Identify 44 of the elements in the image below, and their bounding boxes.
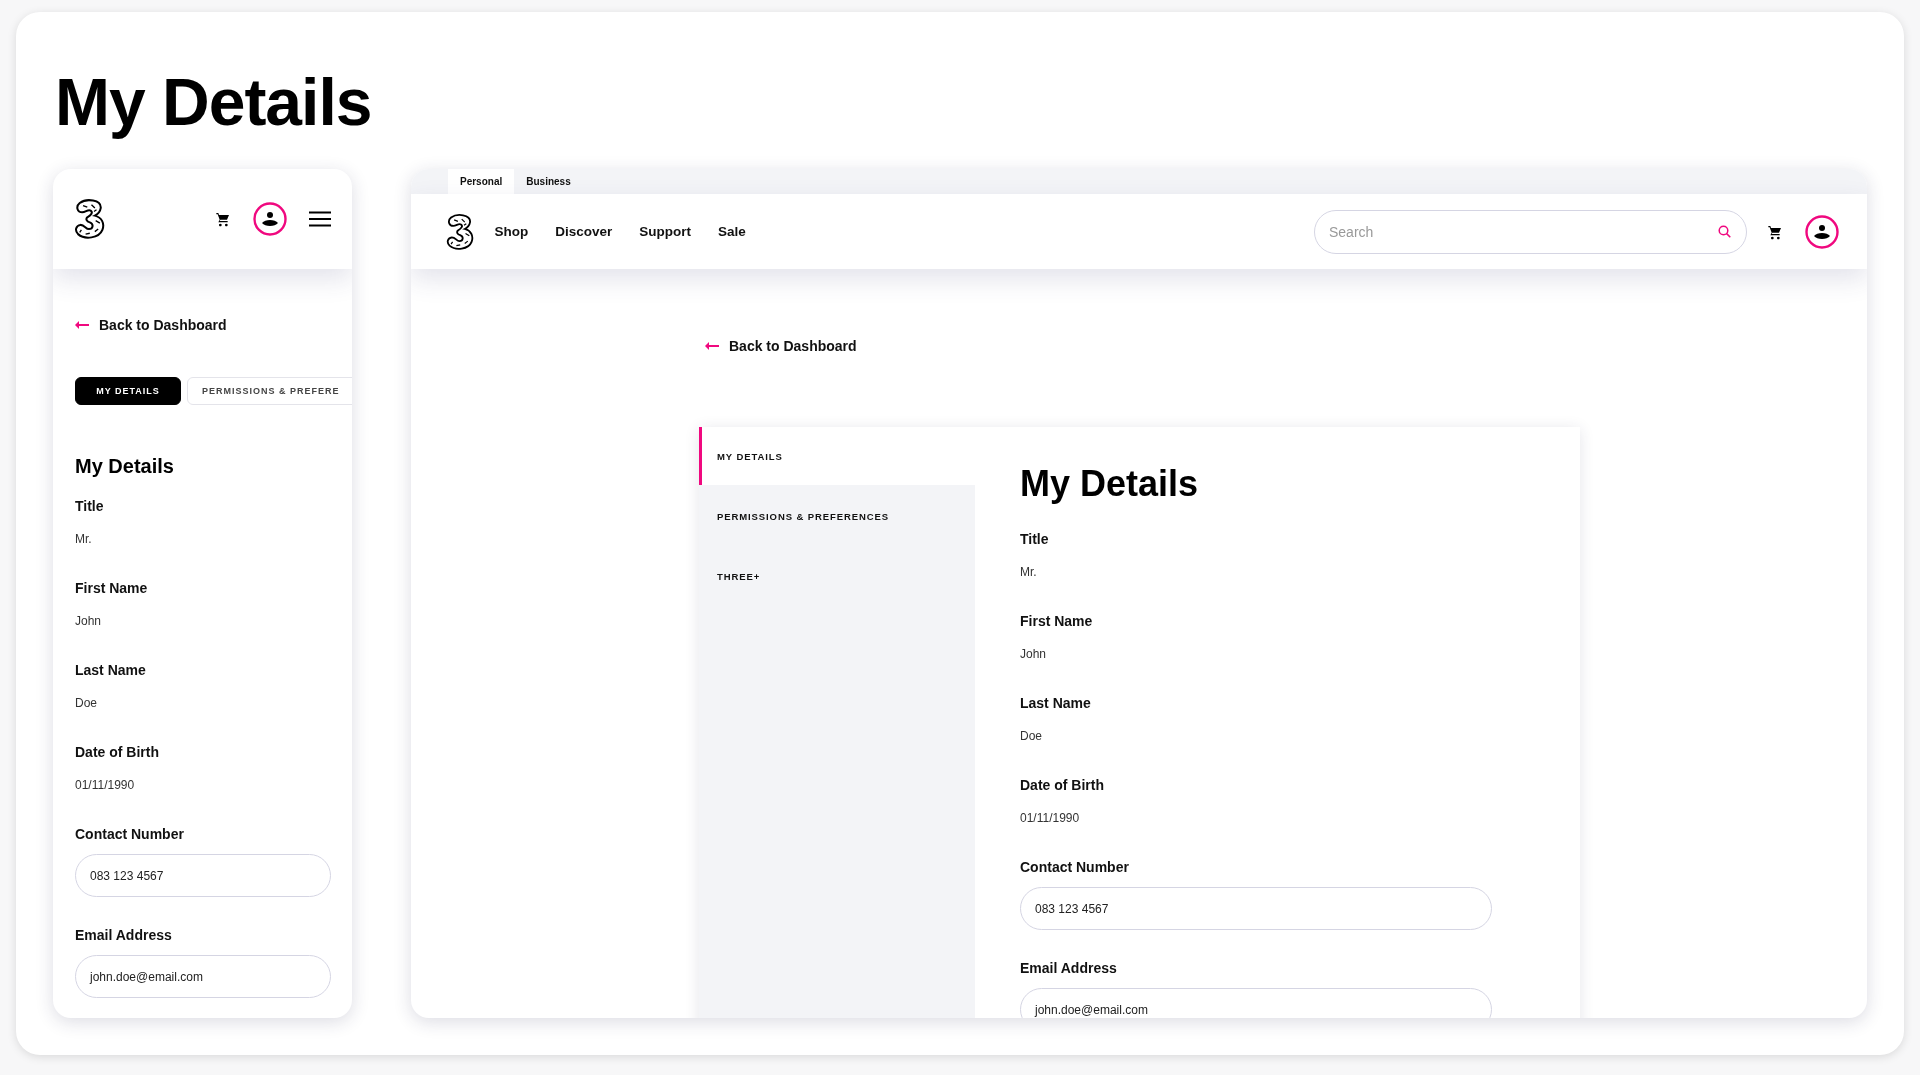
logo-icon[interactable] xyxy=(73,198,107,240)
nav-link[interactable]: Shop xyxy=(494,224,529,239)
field-label: Contact Number xyxy=(1020,859,1130,875)
menu-icon[interactable] xyxy=(309,211,331,227)
field-value: Mr. xyxy=(75,532,93,546)
search-field[interactable]: Search xyxy=(1314,209,1747,254)
profile-icon[interactable] xyxy=(1805,214,1839,249)
field-label: Date of Birth xyxy=(1020,777,1105,793)
nav-link[interactable]: Support xyxy=(639,224,691,239)
sidebar-item[interactable]: MY DETAILS xyxy=(699,427,975,485)
logo-icon[interactable] xyxy=(445,212,476,251)
field-value: Doe xyxy=(1020,729,1043,743)
field-label: Email Address xyxy=(1020,960,1118,976)
segment-tab[interactable]: Personal xyxy=(448,169,515,194)
field-label: Contact Number xyxy=(75,826,185,842)
back-link[interactable]: Back to Dashboard xyxy=(75,317,352,333)
field-label: First Name xyxy=(75,580,149,596)
nav-link[interactable]: Sale xyxy=(717,224,746,239)
field-label: Title xyxy=(75,498,105,514)
section-heading: My Details xyxy=(75,455,175,478)
profile-icon[interactable] xyxy=(253,202,287,236)
field-label: Last Name xyxy=(1020,695,1092,711)
field-label: Title xyxy=(1020,531,1050,547)
field-value: 01/11/1990 xyxy=(1020,811,1081,825)
section-heading: My Details xyxy=(1020,463,1200,505)
field-value: John xyxy=(75,614,103,628)
field-label: Email Address xyxy=(75,927,173,943)
back-arrow-icon xyxy=(75,321,89,329)
nav-link[interactable]: Discover xyxy=(555,224,613,239)
search-icon[interactable] xyxy=(1718,224,1731,238)
field-label: Last Name xyxy=(75,662,147,678)
field-value: Doe xyxy=(75,696,98,710)
segment-tab[interactable]: Business xyxy=(514,169,583,194)
field-value: 01/11/1990 xyxy=(75,778,136,792)
back-arrow-icon xyxy=(705,342,719,350)
tab[interactable]: PERMISSIONS & PREFERE xyxy=(187,377,352,405)
cart-icon[interactable] xyxy=(215,211,231,227)
field-label: First Name xyxy=(1020,613,1094,629)
field-value: Mr. xyxy=(1020,565,1038,579)
cart-icon[interactable] xyxy=(1767,223,1783,240)
field-label: Date of Birth xyxy=(75,744,160,760)
tab[interactable]: MY DETAILS xyxy=(75,377,181,405)
field-value: John xyxy=(1020,647,1048,661)
back-link[interactable]: Back to Dashboard xyxy=(705,338,1867,354)
